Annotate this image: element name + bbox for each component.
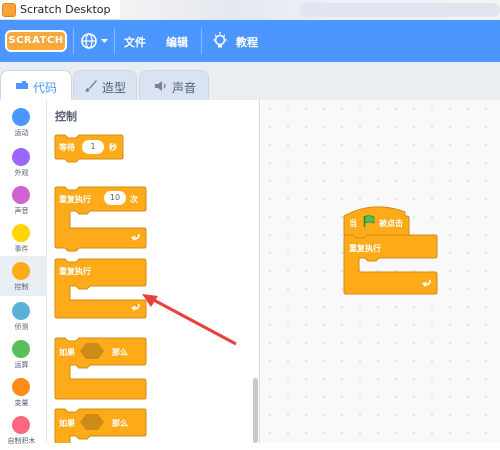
category-label: 外观	[14, 169, 29, 177]
category-label: 声音	[14, 207, 29, 215]
forever-block[interactable]: 重复执行	[54, 258, 149, 320]
category-events[interactable]: 事件	[0, 218, 47, 258]
wait-seconds-input[interactable]: 1	[82, 140, 104, 154]
tab-code-label: 代码	[33, 81, 58, 95]
code-workspace[interactable]: 当 被点击 重复执行	[261, 100, 500, 443]
tab-sounds[interactable]: 声音	[139, 70, 209, 100]
palette-scrollbar[interactable]	[253, 378, 258, 443]
category-motion[interactable]: 运动	[0, 102, 47, 142]
menu-tutorials[interactable]: 教程	[236, 34, 258, 50]
palette-section-title: 控制	[55, 110, 77, 123]
blurred-background-region	[120, 0, 500, 20]
category-label: 运动	[14, 129, 29, 137]
block-label: 次	[130, 195, 138, 204]
category-operators[interactable]: 运算	[0, 334, 47, 374]
category-variables[interactable]: 变量	[0, 372, 47, 412]
repeat-block[interactable]: 重复执行 10 次	[54, 186, 149, 254]
language-globe-icon[interactable]	[80, 32, 110, 50]
category-sound[interactable]: 声音	[0, 180, 47, 220]
block-label: 重复执行	[349, 244, 381, 253]
menu-separator	[73, 28, 74, 54]
category-label: 事件	[14, 245, 29, 253]
category-control[interactable]: 控制	[0, 256, 47, 296]
block-palette: 控制 等待 1 秒 重复执行 10 次 重复执行 如果 那么 如果 那么	[47, 100, 260, 443]
repeat-count-input[interactable]: 10	[104, 191, 126, 205]
menu-edit[interactable]: 编辑	[166, 34, 188, 50]
category-menu: 运动 外观 声音 事件 控制 侦测 运算 变量 自制积木	[0, 100, 47, 445]
tab-costumes[interactable]: 造型	[73, 70, 137, 100]
if-then-else-block[interactable]: 如果 那么	[54, 408, 149, 443]
annotation-arrow-icon	[140, 292, 240, 347]
brush-icon	[84, 79, 98, 93]
menu-separator	[114, 28, 115, 54]
block-label: 被点击	[379, 219, 403, 228]
menu-separator	[201, 28, 202, 54]
category-label: 控制	[14, 283, 29, 291]
tab-sounds-label: 声音	[172, 81, 197, 95]
block-label: 如果	[59, 348, 75, 357]
block-label: 秒	[109, 143, 117, 152]
scratch-app-icon	[2, 3, 16, 17]
block-label: 等待	[59, 143, 75, 152]
speaker-icon	[154, 80, 168, 92]
menu-file[interactable]: 文件	[124, 34, 146, 50]
block-label: 重复执行	[59, 267, 91, 276]
code-icon	[15, 80, 29, 92]
window-title: Scratch Desktop	[20, 3, 111, 16]
menu-bar: SCRATCH 文件 编辑 教程	[0, 20, 500, 62]
category-label: 自制积木	[7, 437, 36, 445]
scratch-logo[interactable]: SCRATCH	[5, 30, 67, 52]
tab-code[interactable]: 代码	[0, 70, 72, 101]
workspace-script[interactable]: 当 被点击 重复执行	[343, 198, 443, 298]
category-label: 侦测	[14, 323, 29, 331]
block-label: 如果	[59, 419, 75, 428]
block-label: 那么	[112, 419, 128, 428]
green-flag-icon	[363, 215, 375, 228]
block-label: 那么	[112, 348, 128, 357]
block-palette-area: 运动 外观 声音 事件 控制 侦测 运算 变量 自制积木 控制 等待 1 秒 重…	[0, 100, 260, 445]
if-then-block[interactable]: 如果 那么	[54, 337, 149, 401]
category-looks[interactable]: 外观	[0, 142, 47, 182]
category-sensing[interactable]: 侦测	[0, 296, 47, 336]
block-label: 重复执行	[59, 195, 91, 204]
category-my-blocks[interactable]: 自制积木	[0, 410, 47, 450]
tab-costumes-label: 造型	[102, 81, 127, 95]
wait-block[interactable]: 等待 1 秒	[54, 134, 124, 163]
window-titlebar: Scratch Desktop	[0, 0, 500, 20]
category-label: 变量	[14, 399, 29, 407]
lightbulb-icon[interactable]	[212, 32, 228, 50]
block-label: 当	[349, 219, 357, 228]
editor-tabs: 代码 造型 声音	[0, 62, 500, 101]
category-label: 运算	[14, 361, 29, 369]
